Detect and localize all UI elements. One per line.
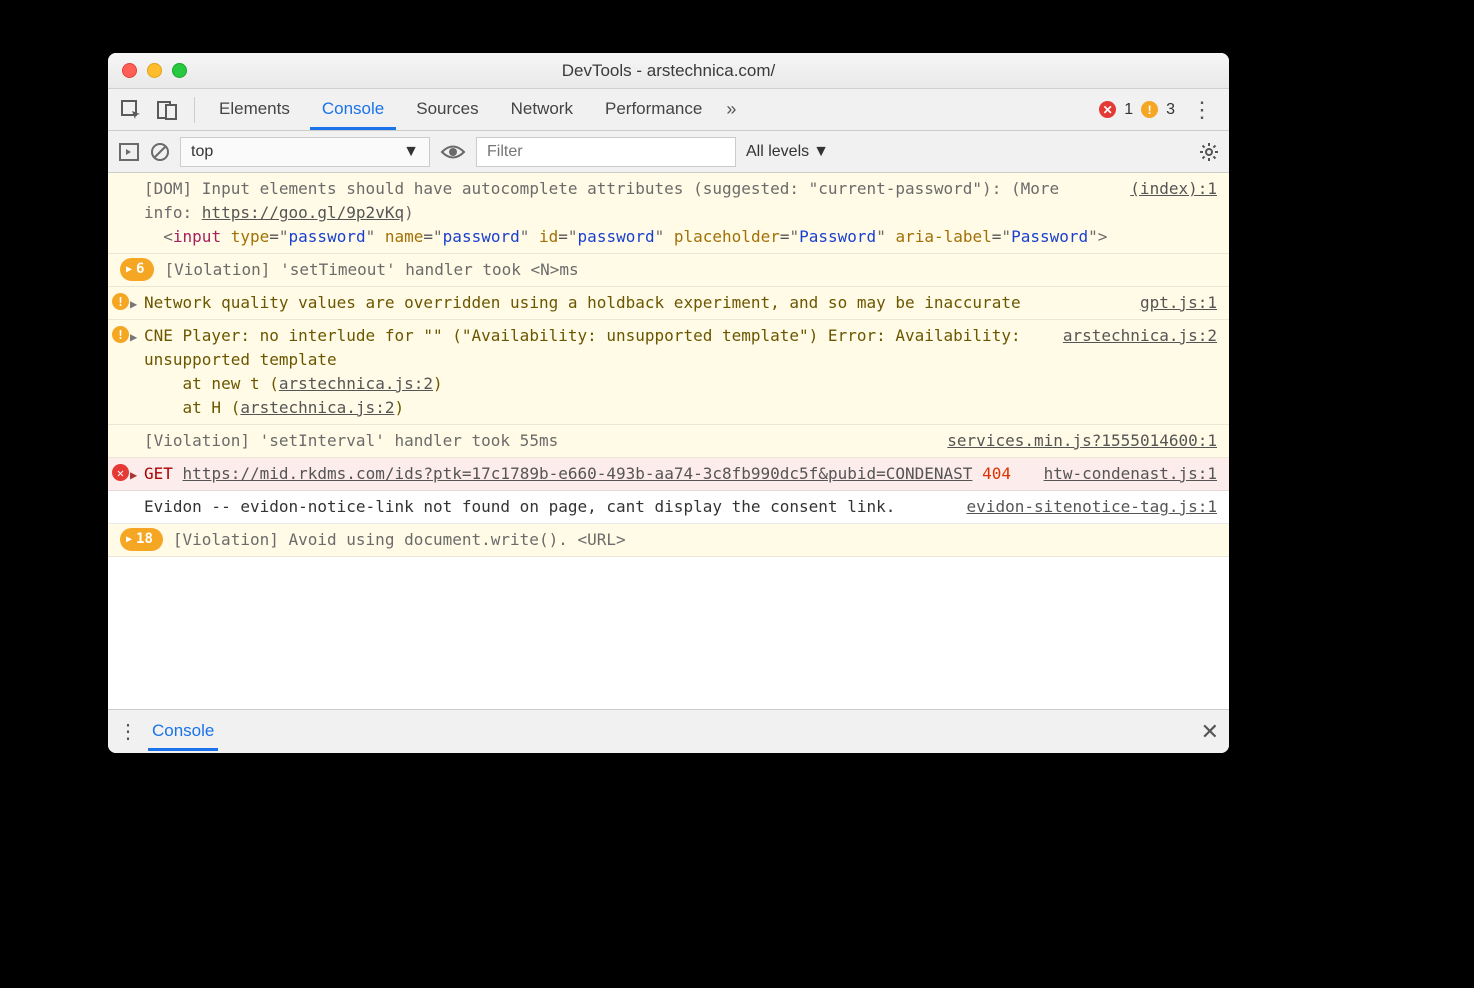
- console-output: [DOM] Input elements should have autocom…: [108, 173, 1229, 709]
- repeat-count-pill[interactable]: ▶18: [120, 528, 163, 551]
- log-levels-selector[interactable]: All levels ▼: [746, 143, 829, 161]
- message-text: [Violation] Avoid using document.write()…: [173, 528, 1217, 552]
- expand-icon[interactable]: ▶: [130, 466, 137, 484]
- levels-label: All levels: [746, 143, 809, 161]
- console-message: ! ▶ Network quality values are overridde…: [108, 287, 1229, 320]
- console-message: ▶18 [Violation] Avoid using document.wri…: [108, 524, 1229, 557]
- chevron-down-icon: ▼: [813, 143, 829, 161]
- device-toolbar-icon[interactable]: [152, 95, 182, 125]
- tab-console[interactable]: Console: [310, 89, 396, 130]
- drawer: ⋮ Console ✕: [108, 709, 1229, 753]
- console-message: [Violation] 'setInterval' handler took 5…: [108, 425, 1229, 458]
- message-text: Network quality values are overridden us…: [144, 291, 1120, 315]
- main-tabbar: Elements Console Sources Network Perform…: [108, 89, 1229, 131]
- source-link[interactable]: htw-condenast.js:1: [1024, 462, 1217, 486]
- clear-console-icon[interactable]: [150, 142, 170, 162]
- warning-count: 3: [1166, 101, 1175, 119]
- settings-menu-icon[interactable]: ⋮: [1183, 97, 1221, 123]
- source-link[interactable]: evidon-sitenotice-tag.js:1: [947, 495, 1217, 519]
- console-message: ✕ ▶ GET https://mid.rkdms.com/ids?ptk=17…: [108, 458, 1229, 491]
- message-text: [DOM] Input elements should have autocom…: [144, 177, 1110, 249]
- source-link[interactable]: arstechnica.js:2: [1043, 324, 1217, 348]
- traffic-lights: [108, 63, 187, 78]
- source-link[interactable]: services.min.js?1555014600:1: [927, 429, 1217, 453]
- titlebar: DevTools - arstechnica.com/: [108, 53, 1229, 89]
- console-message: ▶6 [Violation] 'setTimeout' handler took…: [108, 254, 1229, 287]
- warning-icon: !: [112, 326, 129, 343]
- divider: [194, 97, 195, 123]
- console-message: Evidon -- evidon-notice-link not found o…: [108, 491, 1229, 524]
- expand-icon: ▶: [126, 262, 132, 277]
- stack-link[interactable]: arstechnica.js:2: [240, 398, 394, 417]
- message-text: Evidon -- evidon-notice-link not found o…: [144, 495, 947, 519]
- message-text: CNE Player: no interlude for "" ("Availa…: [144, 324, 1043, 420]
- chevron-down-icon: ▼: [403, 143, 419, 161]
- toggle-sidebar-icon[interactable]: [118, 141, 140, 163]
- devtools-window: DevTools - arstechnica.com/ Elements Con…: [108, 53, 1229, 753]
- info-link[interactable]: https://goo.gl/9p2vKq: [202, 203, 404, 222]
- error-icon: ✕: [112, 464, 129, 481]
- message-text: [Violation] 'setInterval' handler took 5…: [144, 429, 927, 453]
- context-value: top: [191, 143, 213, 161]
- filter-input[interactable]: [476, 137, 736, 167]
- source-link[interactable]: (index):1: [1110, 177, 1217, 201]
- console-message: ! ▶ CNE Player: no interlude for "" ("Av…: [108, 320, 1229, 425]
- tabbar-right: ✕ 1 ! 3 ⋮: [1099, 97, 1221, 123]
- message-text: GET https://mid.rkdms.com/ids?ptk=17c178…: [144, 462, 1024, 486]
- error-count-icon[interactable]: ✕: [1099, 101, 1116, 118]
- window-title: DevTools - arstechnica.com/: [108, 61, 1229, 81]
- tab-elements[interactable]: Elements: [207, 89, 302, 130]
- maximize-window-button[interactable]: [172, 63, 187, 78]
- minimize-window-button[interactable]: [147, 63, 162, 78]
- console-toolbar: top ▼ All levels ▼: [108, 131, 1229, 173]
- inspect-element-icon[interactable]: [116, 95, 146, 125]
- drawer-menu-icon[interactable]: ⋮: [118, 719, 138, 744]
- live-expression-icon[interactable]: [440, 143, 466, 161]
- expand-icon: ▶: [126, 532, 132, 547]
- stack-link[interactable]: arstechnica.js:2: [279, 374, 433, 393]
- context-selector[interactable]: top ▼: [180, 137, 430, 167]
- warning-count-icon[interactable]: !: [1141, 101, 1158, 118]
- expand-icon[interactable]: ▶: [130, 328, 137, 346]
- error-count: 1: [1124, 101, 1133, 119]
- more-tabs-icon[interactable]: »: [720, 99, 742, 120]
- message-text: [Violation] 'setTimeout' handler took <N…: [164, 258, 1217, 282]
- console-message: [DOM] Input elements should have autocom…: [108, 173, 1229, 254]
- close-window-button[interactable]: [122, 63, 137, 78]
- expand-icon[interactable]: ▶: [130, 295, 137, 313]
- tab-sources[interactable]: Sources: [404, 89, 490, 130]
- console-settings-icon[interactable]: [1199, 142, 1219, 162]
- panel-tabs: Elements Console Sources Network Perform…: [207, 89, 714, 130]
- tab-network[interactable]: Network: [499, 89, 585, 130]
- request-url[interactable]: https://mid.rkdms.com/ids?ptk=17c1789b-e…: [183, 464, 973, 483]
- drawer-tab-console[interactable]: Console: [148, 712, 218, 751]
- warning-icon: !: [112, 293, 129, 310]
- repeat-count-pill[interactable]: ▶6: [120, 258, 154, 281]
- tab-performance[interactable]: Performance: [593, 89, 714, 130]
- source-link[interactable]: gpt.js:1: [1120, 291, 1217, 315]
- close-drawer-icon[interactable]: ✕: [1201, 719, 1219, 745]
